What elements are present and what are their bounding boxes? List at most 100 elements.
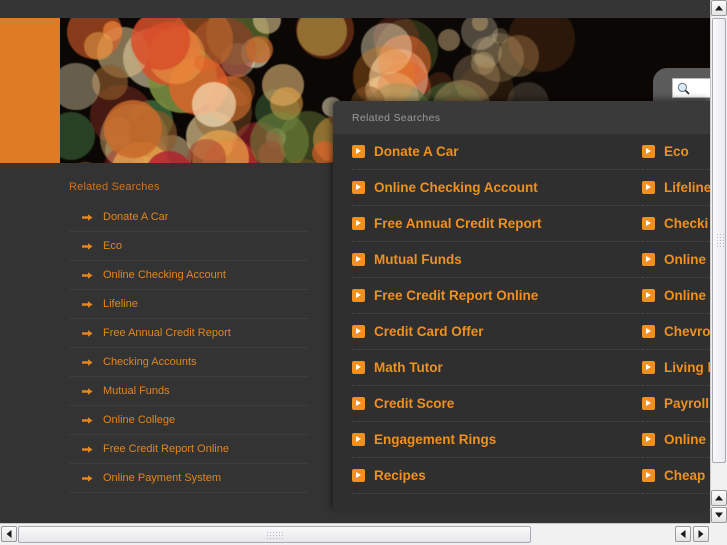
arrow-right-icon (82, 474, 93, 482)
overlay-item-label: Math Tutor (374, 360, 443, 375)
chevron-right-square-icon (642, 433, 655, 446)
overlay-item-label: Free Annual Credit Report (374, 216, 542, 231)
background-list-item-label: Online Checking Account (103, 269, 226, 281)
overlay-title: Related Searches (352, 111, 441, 124)
overlay-right-item[interactable]: Online (642, 422, 710, 458)
related-searches-overlay: Related Searches Donate A Car Online Chec… (333, 101, 710, 510)
scroll-left-button[interactable] (1, 526, 17, 542)
overlay-right-item[interactable]: Chevro (642, 314, 710, 350)
overlay-item-label: Credit Score (374, 396, 455, 411)
overlay-left-item[interactable]: Free Credit Report Online (352, 278, 642, 314)
triangle-right-icon (698, 530, 704, 538)
overlay-right-item[interactable]: Checki (642, 206, 710, 242)
chevron-right-square-icon (352, 433, 365, 446)
overlay-item-label: Free Credit Report Online (374, 288, 539, 303)
scroll-left-button-right[interactable] (675, 526, 691, 542)
background-list-item-label: Donate A Car (103, 211, 169, 223)
top-strip (0, 0, 710, 18)
overlay-left-item[interactable]: Credit Score (352, 386, 642, 422)
overlay-item-label: Recipes (374, 468, 426, 483)
overlay-left-item[interactable]: Online Checking Account (352, 170, 642, 206)
scroll-down-button[interactable] (711, 507, 727, 523)
scroll-down-button-upper[interactable] (711, 490, 727, 506)
chevron-right-square-icon (352, 469, 365, 482)
chevron-right-square-icon (352, 361, 365, 374)
overlay-right-item[interactable]: Payroll (642, 386, 710, 422)
overlay-left-item[interactable]: Free Annual Credit Report (352, 206, 642, 242)
overlay-right-item[interactable]: Cheap (642, 458, 710, 494)
overlay-right-item[interactable]: Living l (642, 350, 710, 386)
chevron-right-square-icon (352, 397, 365, 410)
overlay-item-label: Lifeline (664, 180, 710, 195)
chevron-right-square-icon (642, 217, 655, 230)
overlay-item-label: Chevro (664, 324, 710, 339)
search-input[interactable] (692, 80, 710, 96)
background-list-item[interactable]: Online Checking Account (69, 261, 309, 290)
arrow-right-icon (82, 358, 93, 366)
horizontal-scroll-thumb[interactable] (18, 526, 531, 543)
search-box[interactable] (672, 78, 710, 98)
chevron-right-square-icon (352, 289, 365, 302)
scroll-right-button[interactable] (693, 526, 709, 542)
chevron-right-square-icon (352, 217, 365, 230)
vertical-scroll-thumb[interactable] (712, 18, 726, 463)
triangle-up-icon (715, 5, 723, 11)
overlay-item-label: Online (664, 288, 707, 303)
background-list-item[interactable]: Checking Accounts (69, 348, 309, 377)
triangle-left-icon (6, 530, 12, 538)
background-list-item[interactable]: Free Annual Credit Report (69, 319, 309, 348)
background-list-item[interactable]: Lifeline (69, 290, 309, 319)
overlay-item-label: Checki (664, 216, 709, 231)
chevron-right-square-icon (642, 145, 655, 158)
overlay-item-label: Donate A Car (374, 144, 459, 159)
background-list-item[interactable]: Online Payment System (69, 464, 309, 493)
overlay-left-item[interactable]: Donate A Car (352, 134, 642, 170)
chevron-right-square-icon (642, 397, 655, 410)
overlay-right-item[interactable]: Eco (642, 134, 710, 170)
chevron-right-square-icon (642, 469, 655, 482)
overlay-item-label: Engagement Rings (374, 432, 497, 447)
overlay-left-column: Donate A Car Online Checking Account Free … (352, 134, 642, 494)
overlay-right-item[interactable]: Online (642, 242, 710, 278)
overlay-left-item[interactable]: Recipes (352, 458, 642, 494)
overlay-left-item[interactable]: Math Tutor (352, 350, 642, 386)
background-list-item-label: Free Credit Report Online (103, 443, 229, 455)
arrow-right-icon (82, 213, 93, 221)
arrow-right-icon (82, 271, 93, 279)
chevron-right-square-icon (642, 253, 655, 266)
overlay-left-item[interactable]: Engagement Rings (352, 422, 642, 458)
overlay-item-label: Online Checking Account (374, 180, 538, 195)
horizontal-scrollbar[interactable] (0, 523, 727, 545)
overlay-right-item[interactable]: Online (642, 278, 710, 314)
background-list-item[interactable]: Donate A Car (69, 203, 309, 232)
arrow-right-icon (82, 329, 93, 337)
overlay-right-item[interactable]: Lifeline (642, 170, 710, 206)
overlay-left-item[interactable]: Credit Card Offer (352, 314, 642, 350)
scrollbar-corner (710, 523, 727, 545)
triangle-down-icon (715, 512, 723, 518)
scroll-up-button[interactable] (711, 0, 727, 16)
background-list-item[interactable]: Eco (69, 232, 309, 261)
background-list-item-label: Online College (103, 414, 176, 426)
background-related-searches-panel: Related Searches Donate A Car Eco Online C… (69, 181, 309, 493)
overlay-right-column: Eco Lifeline Checki Online Online Chevro Livin… (642, 134, 710, 494)
chevron-right-square-icon (352, 181, 365, 194)
overlay-item-label: Online (664, 432, 707, 447)
orange-accent-block (0, 18, 60, 163)
chevron-right-square-icon (642, 289, 655, 302)
arrow-right-icon (82, 387, 93, 395)
background-list-item[interactable]: Online College (69, 406, 309, 435)
chevron-right-square-icon (352, 253, 365, 266)
overlay-item-label: Online (664, 252, 707, 267)
overlay-item-label: Payroll (664, 396, 710, 411)
vertical-thumb-grip (716, 232, 724, 249)
chevron-right-square-icon (642, 361, 655, 374)
vertical-scrollbar[interactable] (710, 0, 727, 523)
triangle-left-icon-right (680, 530, 686, 538)
background-list-item[interactable]: Free Credit Report Online (69, 435, 309, 464)
overlay-left-item[interactable]: Mutual Funds (352, 242, 642, 278)
page-viewport: Related Searches Donate A Car Eco Online C… (0, 0, 710, 523)
overlay-header: Related Searches (333, 101, 710, 134)
chevron-right-square-icon (642, 325, 655, 338)
background-list-item[interactable]: Mutual Funds (69, 377, 309, 406)
